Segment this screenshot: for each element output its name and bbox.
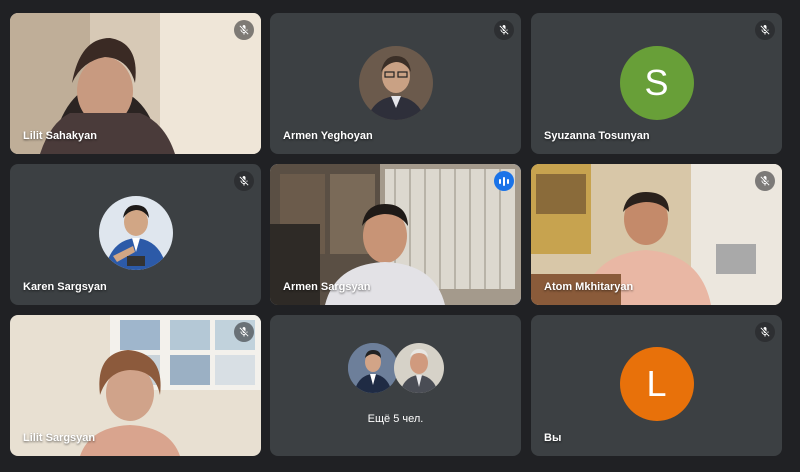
- mic-off-icon: [759, 326, 771, 338]
- avatar: [98, 196, 173, 270]
- avatar: [348, 343, 398, 393]
- participant-tile-atom-mkhitaryan[interactable]: Atom Mkhitaryan: [531, 164, 782, 305]
- mic-off-indicator: [494, 20, 514, 40]
- participant-name: Armen Yeghoyan: [283, 130, 373, 142]
- participant-tile-self[interactable]: L Вы: [531, 315, 782, 456]
- more-participants-label: Ещё 5 чел.: [367, 413, 424, 425]
- mic-off-indicator: [234, 171, 254, 191]
- participant-tile-armen-sargsyan[interactable]: Armen Sargsyan: [270, 164, 521, 305]
- mic-off-indicator: [755, 322, 775, 342]
- participant-name: Atom Mkhitaryan: [544, 281, 634, 293]
- participant-name: Вы: [544, 432, 562, 444]
- audio-level-icon: [499, 176, 509, 186]
- avatar: [394, 343, 444, 393]
- mic-off-indicator: [755, 20, 775, 40]
- participant-name: Lilit Sahakyan: [23, 130, 97, 142]
- mic-off-icon: [238, 175, 250, 187]
- participant-tile-karen-sargsyan[interactable]: Karen Sargsyan: [10, 164, 261, 305]
- mic-off-icon: [498, 24, 510, 36]
- participant-tile-lilit-sahakyan[interactable]: Lilit Sahakyan: [10, 13, 261, 154]
- participant-tile-armen-yeghoyan[interactable]: Armen Yeghoyan: [270, 13, 521, 154]
- participant-name: Lilit Sargsyan: [23, 432, 96, 444]
- more-participants-tile[interactable]: Ещё 5 чел.: [270, 315, 521, 456]
- avatar-initial: L: [619, 347, 694, 421]
- mic-off-icon: [238, 24, 250, 36]
- mic-off-icon: [759, 175, 771, 187]
- participant-tile-syuzanna-tosunyan[interactable]: S Syuzanna Tosunyan: [531, 13, 782, 154]
- mic-off-indicator: [234, 322, 254, 342]
- video-grid: Lilit Sahakyan Armen Yeghoyan S Syuzanna…: [0, 0, 800, 472]
- mic-off-icon: [759, 24, 771, 36]
- speaking-indicator: [494, 171, 514, 191]
- mic-off-indicator: [234, 20, 254, 40]
- avatar-initial: S: [619, 46, 694, 120]
- participant-tile-lilit-sargsyan[interactable]: Lilit Sargsyan: [10, 315, 261, 456]
- participant-name: Armen Sargsyan: [283, 281, 371, 293]
- mic-off-indicator: [755, 171, 775, 191]
- avatar: [358, 46, 433, 120]
- mic-off-icon: [238, 326, 250, 338]
- participant-name: Karen Sargsyan: [23, 281, 107, 293]
- participant-name: Syuzanna Tosunyan: [544, 130, 650, 142]
